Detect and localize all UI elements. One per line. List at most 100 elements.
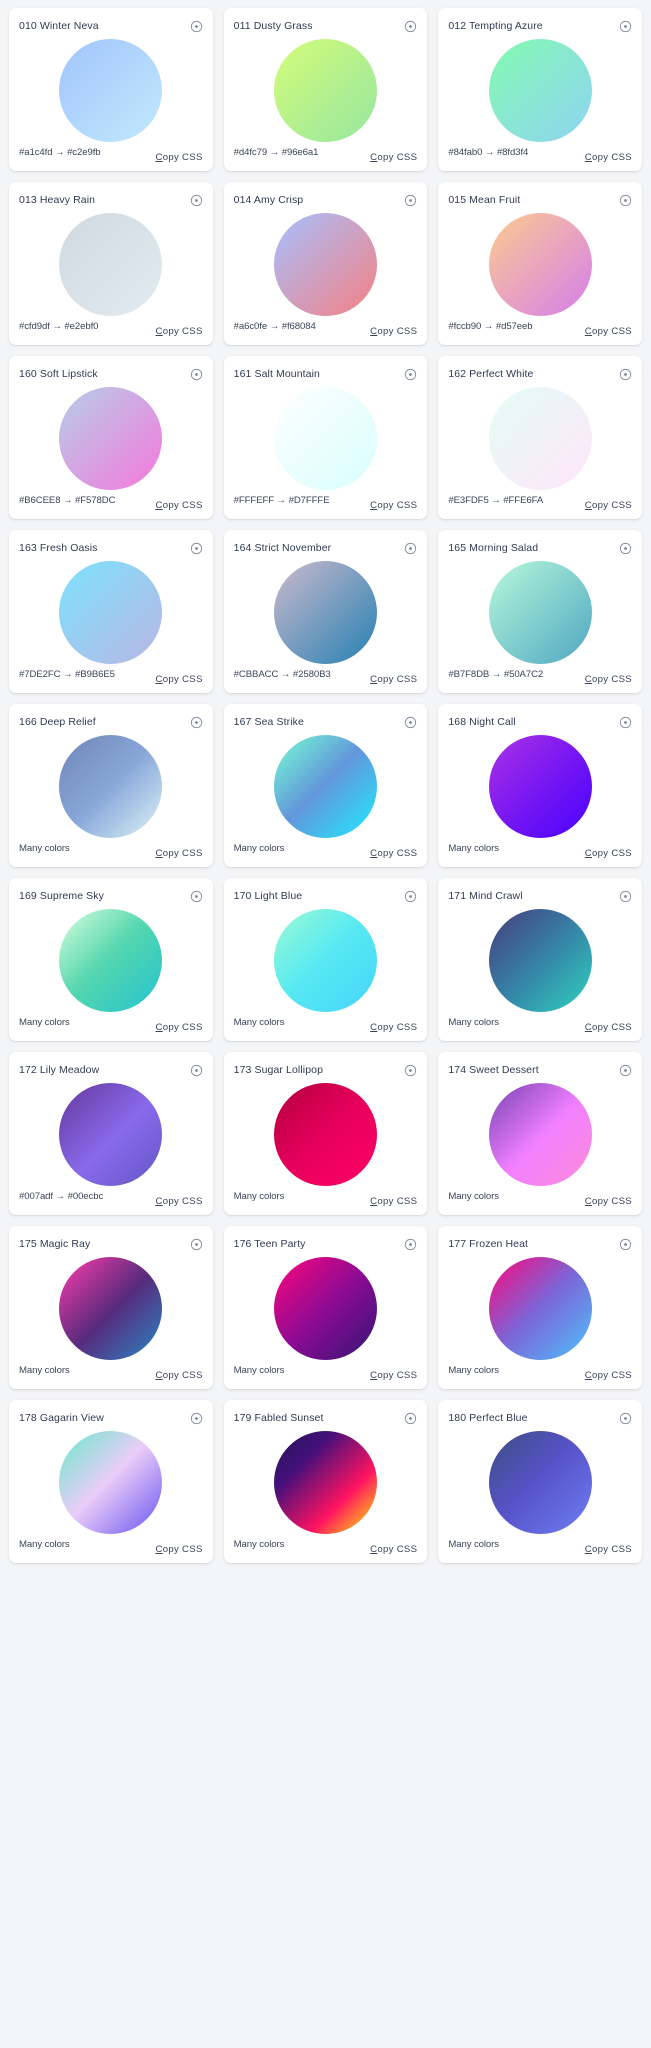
copy-css-button[interactable]: Copy CSS [155,1370,202,1381]
copy-css-button[interactable]: Copy CSS [370,674,417,685]
gradient-swatch[interactable] [59,561,163,664]
copy-css-button[interactable]: Copy CSS [370,1544,417,1555]
copy-css-button[interactable]: Copy CSS [370,326,417,337]
gradient-swatch[interactable] [273,213,377,316]
gradient-card[interactable]: 175 Magic Ray Many colors Copy CSS [9,1226,213,1389]
gradient-card[interactable]: 179 Fabled Sunset Many colors Copy CSS [223,1400,428,1563]
info-button[interactable] [190,890,203,903]
gradient-swatch[interactable] [59,39,163,142]
copy-css-button[interactable]: Copy CSS [585,1544,632,1555]
info-button[interactable] [619,716,632,729]
gradient-card[interactable]: 013 Heavy Rain #cfd9df → #e2ebf0 Copy CSS [9,182,213,345]
info-button[interactable] [404,716,417,729]
gradient-swatch[interactable] [488,1257,592,1360]
info-button[interactable] [404,368,417,381]
gradient-card[interactable]: 015 Mean Fruit #fccb90 → #d57eeb Copy CSS [438,182,642,345]
copy-css-button[interactable]: Copy CSS [155,500,202,511]
info-button[interactable] [190,1064,203,1077]
copy-css-button[interactable]: Copy CSS [585,674,632,685]
gradient-card[interactable]: 173 Sugar Lollipop Many colors Copy CSS [223,1052,428,1215]
copy-css-button[interactable]: Copy CSS [585,326,632,337]
gradient-card[interactable]: 011 Dusty Grass #d4fc79 → #96e6a1 Copy CSS [223,8,428,171]
copy-css-button[interactable]: Copy CSS [370,1022,417,1033]
info-button[interactable] [619,1412,632,1425]
copy-css-button[interactable]: Copy CSS [585,1196,632,1207]
copy-css-button[interactable]: Copy CSS [585,848,632,859]
gradient-swatch[interactable] [59,387,163,490]
gradient-card[interactable]: 169 Supreme Sky Many colors Copy CSS [9,878,213,1041]
info-button[interactable] [619,1238,632,1251]
info-button[interactable] [619,542,632,555]
gradient-card[interactable]: 012 Tempting Azure #84fab0 → #8fd3f4 Copy … [438,8,642,171]
gradient-swatch[interactable] [488,1083,592,1186]
gradient-card[interactable]: 164 Strict November #CBBACC → #2580B3 Copy… [223,530,428,693]
copy-css-button[interactable]: Copy CSS [155,674,202,685]
gradient-card[interactable]: 163 Fresh Oasis #7DE2FC → #B9B6E5 Copy CSS [9,530,213,693]
gradient-card[interactable]: 167 Sea Strike Many colors Copy CSS [223,704,428,867]
info-button[interactable] [619,194,632,207]
info-button[interactable] [190,368,203,381]
gradient-swatch[interactable] [488,561,592,664]
copy-css-button[interactable]: Copy CSS [370,1196,417,1207]
gradient-card[interactable]: 168 Night Call Many colors Copy CSS [438,704,642,867]
gradient-swatch[interactable] [273,39,377,142]
info-button[interactable] [404,1064,417,1077]
gradient-swatch[interactable] [273,561,377,664]
gradient-swatch[interactable] [488,387,592,490]
gradient-swatch[interactable] [59,735,163,838]
gradient-swatch[interactable] [59,213,163,316]
info-button[interactable] [404,890,417,903]
gradient-swatch[interactable] [488,39,592,142]
info-button[interactable] [404,194,417,207]
info-button[interactable] [619,368,632,381]
gradient-swatch[interactable] [488,213,592,316]
gradient-swatch[interactable] [273,909,377,1012]
info-button[interactable] [404,1238,417,1251]
gradient-card[interactable]: 014 Amy Crisp #a6c0fe → #f68084 Copy CSS [223,182,428,345]
copy-css-button[interactable]: Copy CSS [155,152,202,163]
gradient-swatch[interactable] [273,735,377,838]
gradient-card[interactable]: 180 Perfect Blue Many colors Copy CSS [438,1400,642,1563]
copy-css-button[interactable]: Copy CSS [155,326,202,337]
copy-css-button[interactable]: Copy CSS [155,1022,202,1033]
copy-css-button[interactable]: Copy CSS [585,152,632,163]
info-button[interactable] [190,194,203,207]
gradient-swatch[interactable] [488,909,592,1012]
gradient-card[interactable]: 166 Deep Relief Many colors Copy CSS [9,704,213,867]
gradient-card[interactable]: 010 Winter Neva #a1c4fd → #c2e9fb Copy CSS [9,8,213,171]
copy-css-button[interactable]: Copy CSS [585,1370,632,1381]
gradient-swatch[interactable] [273,387,377,490]
gradient-swatch[interactable] [59,1257,163,1360]
info-button[interactable] [404,542,417,555]
info-button[interactable] [190,716,203,729]
copy-css-button[interactable]: Copy CSS [155,1544,202,1555]
copy-css-button[interactable]: Copy CSS [155,1196,202,1207]
info-button[interactable] [190,1238,203,1251]
gradient-swatch[interactable] [59,1083,163,1186]
gradient-swatch[interactable] [488,1431,592,1534]
info-button[interactable] [619,890,632,903]
copy-css-button[interactable]: Copy CSS [155,848,202,859]
copy-css-button[interactable]: Copy CSS [370,152,417,163]
gradient-card[interactable]: 174 Sweet Dessert Many colors Copy CSS [438,1052,642,1215]
gradient-card[interactable]: 177 Frozen Heat Many colors Copy CSS [438,1226,642,1389]
copy-css-button[interactable]: Copy CSS [585,500,632,511]
gradient-swatch[interactable] [59,1431,163,1534]
gradient-swatch[interactable] [488,735,592,838]
gradient-swatch[interactable] [59,909,163,1012]
gradient-swatch[interactable] [273,1257,377,1360]
info-button[interactable] [619,20,632,33]
info-button[interactable] [619,1064,632,1077]
copy-css-button[interactable]: Copy CSS [585,1022,632,1033]
info-button[interactable] [190,20,203,33]
gradient-card[interactable]: 165 Morning Salad #B7F8DB → #50A7C2 Copy C… [438,530,642,693]
info-button[interactable] [190,1412,203,1425]
gradient-card[interactable]: 161 Salt Mountain #FFFEFF → #D7FFFE Copy C… [223,356,428,519]
gradient-card[interactable]: 178 Gagarin View Many colors Copy CSS [9,1400,213,1563]
info-button[interactable] [190,542,203,555]
gradient-card[interactable]: 162 Perfect White #E3FDF5 → #FFE6FA Copy C… [438,356,642,519]
info-button[interactable] [404,20,417,33]
gradient-card[interactable]: 176 Teen Party Many colors Copy CSS [223,1226,428,1389]
gradient-card[interactable]: 172 Lily Meadow #007adf → #00ecbc Copy CSS [9,1052,213,1215]
copy-css-button[interactable]: Copy CSS [370,848,417,859]
